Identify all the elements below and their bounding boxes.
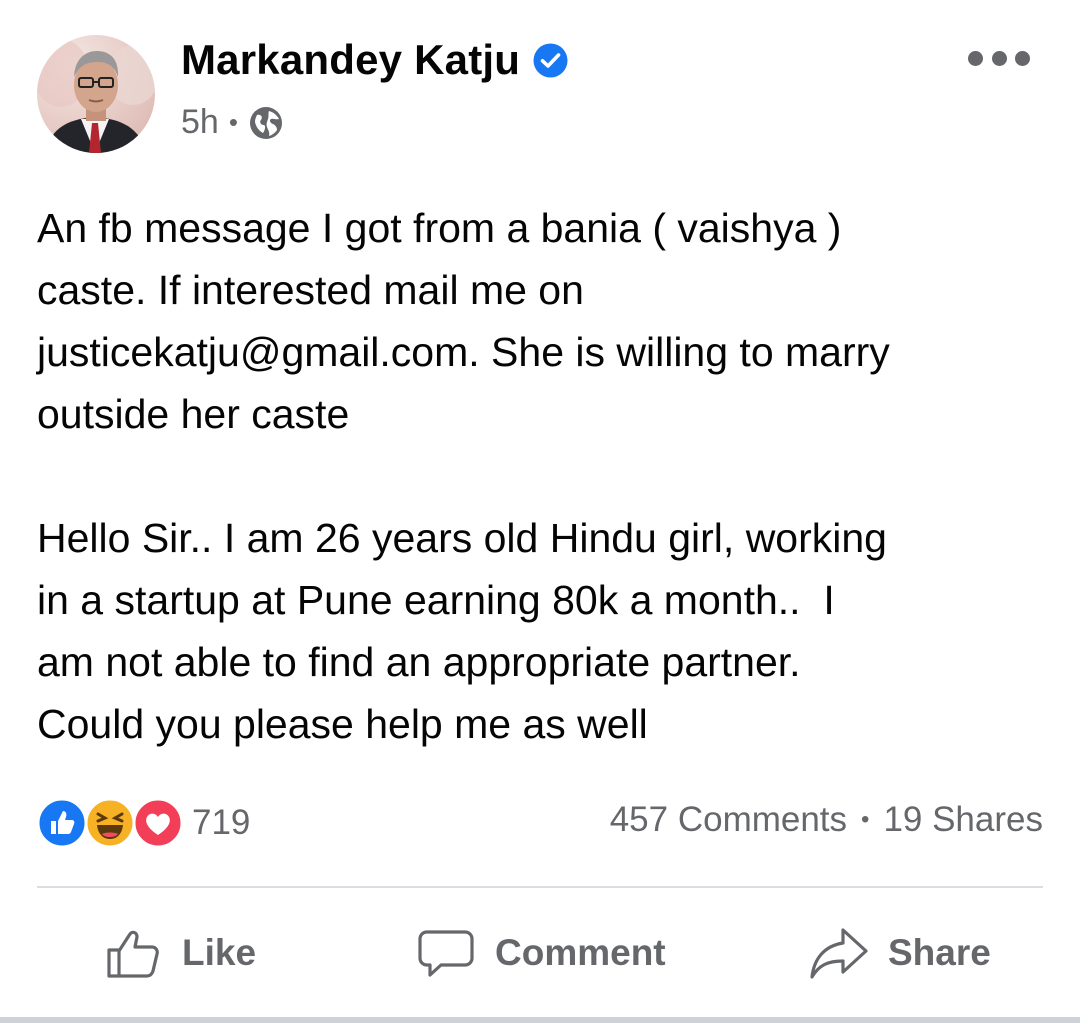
dot: [1015, 50, 1030, 66]
verified-badge-icon: [532, 42, 569, 79]
post-text: An fb message I got from a bania ( vaish…: [37, 205, 890, 747]
comment-bubble-icon: [418, 930, 474, 977]
like-label: Like: [182, 932, 257, 973]
thumbs-up-icon: [107, 930, 159, 978]
share-button[interactable]: Share: [810, 921, 991, 985]
comment-label: Comment: [495, 932, 666, 973]
haha-reaction-icon: [84, 797, 136, 849]
meta-separator: •: [228, 107, 238, 137]
timestamp[interactable]: 5h: [181, 103, 219, 142]
like-button[interactable]: Like: [104, 921, 256, 985]
engagement-stats: 457 Comments • 19 Shares: [610, 800, 1043, 840]
more-options-icon[interactable]: [968, 40, 1030, 76]
shares-count[interactable]: 19 Shares: [883, 800, 1043, 840]
comments-count[interactable]: 457 Comments: [610, 800, 847, 840]
reactions-summary[interactable]: 719: [36, 797, 250, 849]
reaction-icons: [36, 797, 184, 849]
reaction-count: 719: [192, 803, 251, 842]
bottom-separator: [0, 1017, 1080, 1023]
share-arrow-icon: [810, 928, 868, 979]
love-reaction-icon: [132, 797, 184, 849]
divider: [37, 886, 1043, 888]
globe-icon[interactable]: [248, 105, 284, 141]
author-name[interactable]: Markandey Katju: [181, 36, 520, 84]
post-meta: 5h •: [181, 103, 284, 142]
share-label: Share: [888, 932, 991, 973]
comment-button[interactable]: Comment: [417, 921, 666, 985]
facebook-post: Markandey Katju 5h • An fb message I got…: [0, 0, 1080, 1023]
author-row: Markandey Katju: [181, 36, 569, 84]
dot: [968, 50, 983, 66]
dot: [991, 50, 1007, 66]
like-reaction-icon: [36, 797, 88, 849]
stats-separator: •: [861, 806, 870, 833]
avatar[interactable]: [37, 35, 155, 153]
